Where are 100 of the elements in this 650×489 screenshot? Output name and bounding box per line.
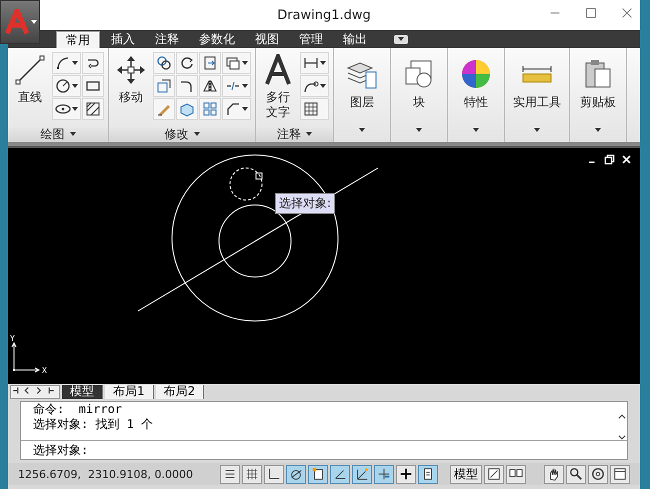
panel-title[interactable]: 绘图	[8, 126, 108, 142]
panel-title[interactable]: 注释	[256, 126, 333, 142]
app-menu-button[interactable]	[0, 0, 40, 44]
window-icon	[613, 467, 627, 481]
layout-icon	[487, 467, 501, 481]
caret-icon[interactable]	[320, 84, 326, 88]
status-toggle[interactable]	[374, 464, 394, 484]
caret-icon[interactable]	[242, 107, 248, 111]
toggle-icon	[267, 467, 281, 481]
axis-label: Y	[10, 334, 15, 343]
dashed-circle	[230, 168, 262, 200]
close-icon[interactable]	[621, 154, 632, 165]
tool-button[interactable]	[82, 75, 104, 97]
ribbon-large-button[interactable]: 特性	[458, 56, 494, 113]
tool-button[interactable]	[82, 52, 104, 74]
ribbon-tab[interactable]: 插入	[102, 31, 144, 48]
command-input[interactable]: 选择对象:	[21, 440, 627, 459]
maximize-icon[interactable]	[584, 6, 598, 20]
model-space-button[interactable]: 模型	[450, 464, 482, 484]
pickbox	[256, 172, 262, 180]
showmotion-button[interactable]	[610, 464, 630, 484]
caret-icon[interactable]	[72, 107, 78, 111]
arc-icon	[55, 55, 71, 71]
toggle-icon	[311, 467, 325, 481]
ribbon-large-button[interactable]: 块	[401, 56, 437, 113]
tool-button[interactable]	[199, 52, 221, 74]
panel-title[interactable]: 修改	[109, 126, 255, 142]
ribbon-tab[interactable]: 视图	[246, 31, 288, 48]
tool-button[interactable]	[300, 98, 329, 120]
caret-icon[interactable]	[320, 61, 326, 65]
quick-view-button[interactable]	[506, 464, 526, 484]
stretch-icon	[156, 78, 172, 94]
caret-icon[interactable]	[70, 132, 76, 136]
ribbon-tab[interactable]: 参数化	[190, 31, 244, 48]
caret-icon[interactable]	[72, 84, 78, 88]
layout-tab[interactable]: 模型	[62, 384, 103, 398]
caret-icon[interactable]	[473, 128, 479, 132]
ribbon-tab[interactable]: 输出	[334, 31, 376, 48]
letter-a-icon	[262, 54, 294, 86]
layout-view-button[interactable]	[484, 464, 504, 484]
circle-icon	[55, 78, 71, 94]
toggle-icon	[223, 467, 237, 481]
table-icon	[303, 101, 319, 117]
tool-button[interactable]	[153, 75, 175, 97]
ribbon-large-button[interactable]: 剪贴板	[578, 56, 618, 113]
tool-button[interactable]	[52, 98, 81, 120]
ribbon-large-button[interactable]: 实用工具	[511, 56, 563, 113]
tool-button[interactable]	[52, 52, 81, 74]
ribbon-large-button[interactable]: 多行文字	[260, 52, 296, 122]
ribbon-tab[interactable]: 管理	[290, 31, 332, 48]
tool-button[interactable]	[153, 52, 175, 74]
caret-icon[interactable]	[72, 61, 78, 65]
caret-icon[interactable]	[359, 128, 365, 132]
caret-icon[interactable]	[416, 128, 422, 132]
layout-tab[interactable]: 布局1	[105, 384, 154, 398]
status-toggle[interactable]	[308, 464, 328, 484]
ribbon-large-button[interactable]: 直线	[12, 52, 48, 107]
caret-icon[interactable]	[534, 128, 540, 132]
caret-icon[interactable]	[242, 61, 248, 65]
pan-button[interactable]	[544, 464, 564, 484]
caret-icon[interactable]	[306, 132, 312, 136]
status-toggle[interactable]	[418, 464, 438, 484]
status-toggle[interactable]	[242, 464, 262, 484]
caret-icon[interactable]	[194, 132, 200, 136]
caret-icon[interactable]	[398, 37, 404, 41]
ribbon-large-button[interactable]: 移动	[113, 52, 149, 107]
window-title: Drawing1.dwg	[277, 8, 371, 22]
layout-tab[interactable]: 布局2	[156, 384, 204, 398]
tool-button[interactable]	[176, 52, 198, 74]
status-toggle[interactable]	[330, 464, 350, 484]
status-toggle[interactable]	[286, 464, 306, 484]
status-toggle[interactable]	[220, 464, 240, 484]
tool-button[interactable]	[82, 98, 104, 120]
restore-icon[interactable]	[604, 154, 615, 165]
tool-button[interactable]	[222, 52, 251, 74]
caret-icon[interactable]	[242, 84, 248, 88]
tool-button[interactable]	[222, 75, 251, 97]
tool-button[interactable]	[199, 75, 221, 97]
color-wheel-icon	[460, 58, 492, 90]
ribbon-tab[interactable]: 注释	[146, 31, 188, 48]
tool-button[interactable]	[52, 75, 81, 97]
status-toggle[interactable]	[396, 464, 416, 484]
coordinates: 1256.6709, 2310.9108, 0.0000	[18, 468, 194, 480]
zoom-button[interactable]	[566, 464, 586, 484]
caret-icon[interactable]	[30, 20, 36, 24]
toggle-icon	[399, 467, 413, 481]
ribbon-tab[interactable]: 常用	[56, 31, 100, 48]
tool-button[interactable]	[176, 75, 198, 97]
toggle-icon	[377, 467, 391, 481]
tool-button[interactable]	[222, 98, 251, 120]
ribbon-large-button[interactable]: 图层	[344, 56, 380, 113]
steering-wheel-button[interactable]	[588, 464, 608, 484]
tool-button[interactable]	[300, 75, 329, 97]
status-toggle[interactable]	[352, 464, 372, 484]
tool-button[interactable]	[300, 52, 329, 74]
ribbon-toggle-button[interactable]	[394, 34, 408, 44]
status-toggle[interactable]	[264, 464, 284, 484]
caret-icon[interactable]	[595, 128, 601, 132]
copy-icon	[156, 55, 172, 71]
command-history-line: 命令: mirror	[33, 402, 124, 417]
